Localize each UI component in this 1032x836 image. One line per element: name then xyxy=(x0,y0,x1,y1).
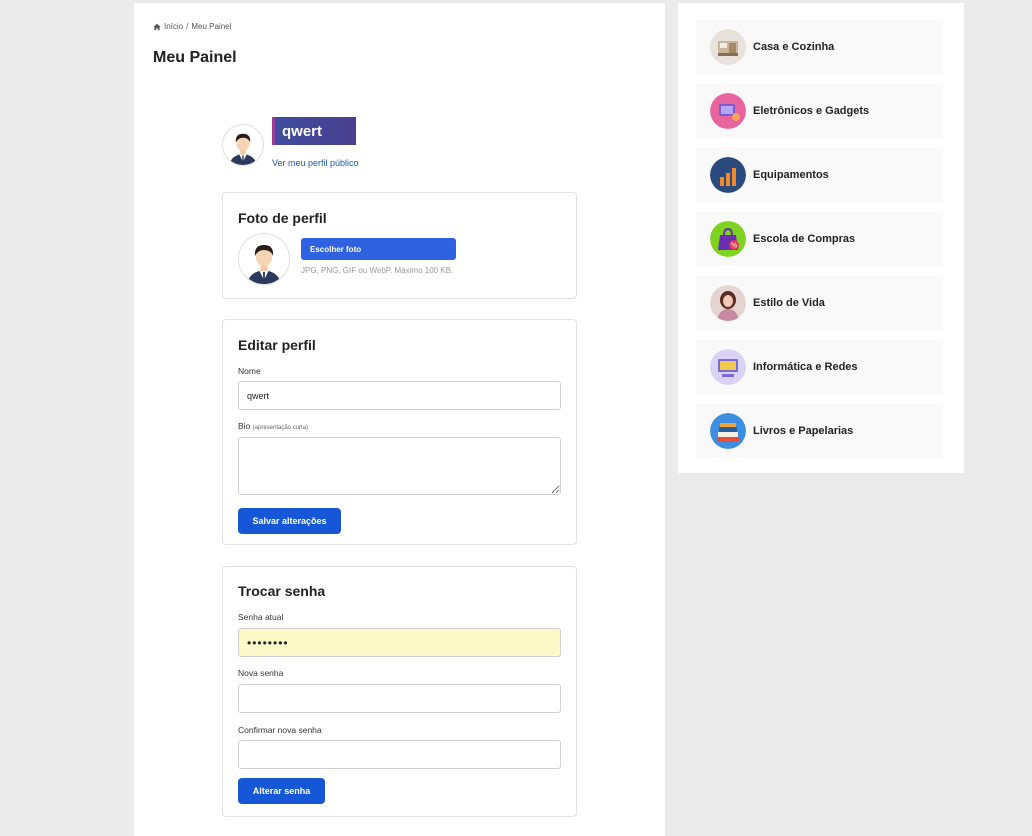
breadcrumb-current: Meu Painel xyxy=(191,22,232,31)
name-label-text: Nome xyxy=(238,366,261,376)
category-label: Equipamentos xyxy=(753,169,829,181)
house-kitchen-icon xyxy=(710,29,746,65)
photo-hint: JPG, PNG, GIF ou WebP. Máximo 100 KB. xyxy=(301,266,454,275)
change-password-button[interactable]: Alterar senha xyxy=(238,778,325,804)
bio-label-text: Bio xyxy=(238,421,251,431)
category-estilo-vida[interactable]: Estilo de Vida xyxy=(696,276,943,330)
computer-icon xyxy=(710,349,746,385)
photo-preview xyxy=(238,233,290,285)
current-password-field[interactable] xyxy=(238,628,561,657)
current-password-label: Senha atual xyxy=(238,612,284,622)
change-password-card: Trocar senha Senha atual Nova senha Conf… xyxy=(222,566,577,817)
category-escola-compras[interactable]: % Escola de Compras xyxy=(696,212,943,266)
category-label: Casa e Cozinha xyxy=(753,41,835,53)
category-equipamentos[interactable]: Equipamentos xyxy=(696,148,943,202)
bio-hint: (apresentação curta) xyxy=(252,425,309,431)
books-icon xyxy=(710,413,746,449)
confirm-password-label: Confirmar nova senha xyxy=(238,725,322,735)
bio-textarea[interactable] xyxy=(238,437,561,495)
breadcrumb-separator: / xyxy=(186,22,189,31)
user-avatar-icon xyxy=(223,125,263,165)
name-field[interactable] xyxy=(238,381,561,410)
name-label: Nome xyxy=(238,366,261,376)
category-informatica[interactable]: Informática e Redes xyxy=(696,340,943,394)
category-eletronicos[interactable]: Eletrônicos e Gadgets xyxy=(696,84,943,138)
category-label: Informática e Redes xyxy=(753,361,858,373)
equipment-chart-icon xyxy=(710,157,746,193)
save-changes-button[interactable]: Salvar alterações xyxy=(238,508,341,534)
edit-profile-card: Editar perfil Nome Bio (apresentação cur… xyxy=(222,319,577,545)
public-profile-link[interactable]: Ver meu perfil público xyxy=(272,158,359,168)
username-badge: qwert xyxy=(272,117,356,145)
page-title: Meu Painel xyxy=(153,49,237,66)
profile-photo-card: Foto de perfil Escolher foto JPG, PNG, G… xyxy=(222,192,577,299)
main-content: Início / Meu Painel Meu Painel qwert Ver… xyxy=(134,3,665,836)
edit-card-title: Editar perfil xyxy=(238,337,316,353)
avatar xyxy=(222,124,264,166)
category-label: Livros e Papelarias xyxy=(753,425,854,437)
breadcrumb-home-link[interactable]: Início xyxy=(164,22,183,31)
photo-card-title: Foto de perfil xyxy=(238,210,327,226)
category-sidebar: Casa e Cozinha Eletrônicos e Gadgets Equ… xyxy=(678,3,964,473)
category-label: Estilo de Vida xyxy=(753,297,825,309)
lifestyle-woman-icon xyxy=(710,285,746,321)
shopping-bag-percent-icon: % xyxy=(710,221,746,257)
new-password-field[interactable] xyxy=(238,684,561,713)
breadcrumb: Início / Meu Painel xyxy=(153,22,231,31)
category-label: Escola de Compras xyxy=(753,233,856,245)
svg-text:%: % xyxy=(731,242,738,250)
category-livros[interactable]: Livros e Papelarias xyxy=(696,404,943,458)
bio-label: Bio (apresentação curta) xyxy=(238,421,308,431)
user-avatar-icon xyxy=(239,234,289,284)
password-card-title: Trocar senha xyxy=(238,583,326,599)
home-icon xyxy=(153,23,161,30)
gadgets-icon xyxy=(710,93,746,129)
confirm-password-field[interactable] xyxy=(238,740,561,769)
category-casa-cozinha[interactable]: Casa e Cozinha xyxy=(696,20,943,74)
choose-photo-button[interactable]: Escolher foto xyxy=(301,238,456,260)
new-password-label: Nova senha xyxy=(238,668,284,678)
category-label: Eletrônicos e Gadgets xyxy=(753,105,870,117)
